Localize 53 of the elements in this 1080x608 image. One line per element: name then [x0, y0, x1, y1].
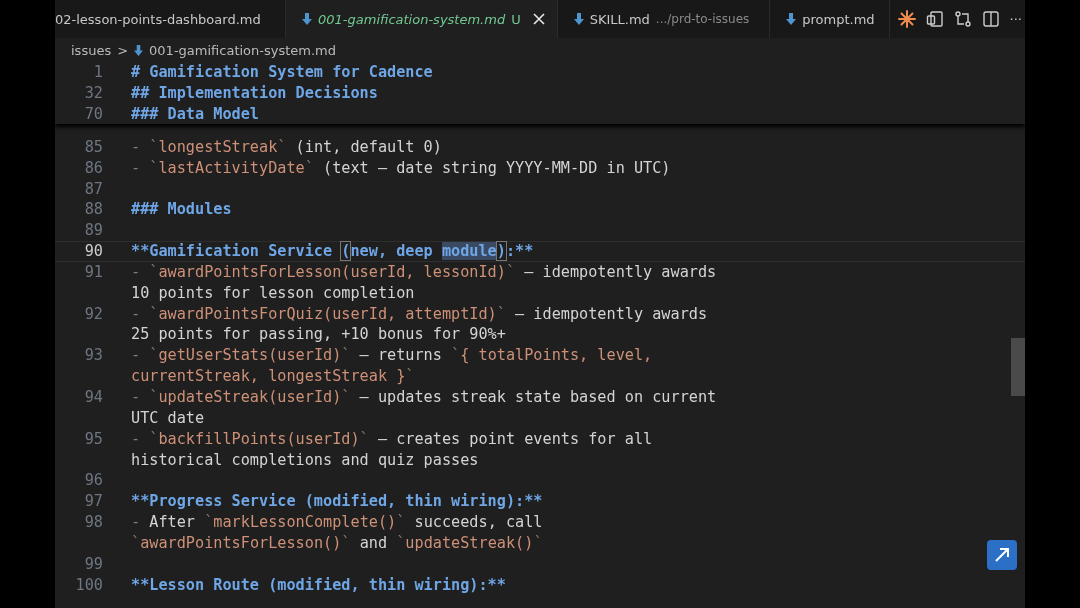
breadcrumb-separator: >: [117, 42, 129, 58]
code-line: - `awardPointsForQuiz(userId, attemptId)` — idempotently awards 25 points for passing, +10 bonus for 90%+: [131, 303, 709, 346]
line-number: 99: [83, 553, 103, 575]
sticky-heading[interactable]: ## Implementation Decisions: [131, 82, 378, 104]
line-number: 97: [83, 491, 103, 513]
line-number: 92: [83, 303, 103, 325]
line-number: 86: [83, 157, 103, 179]
line-number: 96: [83, 470, 103, 492]
line-number: 70: [83, 103, 103, 125]
line-number: 90: [83, 241, 103, 262]
line-number: 87: [83, 178, 103, 200]
line-number: 91: [83, 261, 103, 283]
more-actions[interactable]: ···: [1009, 11, 1022, 27]
code-line: - `lastActivityDate` (text — date string YYYY-MM-DD in UTC): [131, 157, 672, 179]
sticky-heading[interactable]: ### Data Model: [131, 103, 259, 125]
line-number: 98: [83, 512, 103, 533]
tab-label: 02-lesson-points-dashboard.md: [55, 11, 261, 27]
breadcrumb-folder[interactable]: issues: [71, 42, 112, 58]
close-icon[interactable]: [532, 13, 545, 25]
line-number: 32: [83, 82, 103, 104]
editor-tab[interactable]: 001-gamification-system.md U: [286, 0, 558, 38]
tab-description: .../prd-to-issues: [655, 12, 750, 26]
editor-tab[interactable]: 02-lesson-points-dashboard.md: [55, 0, 286, 38]
tab-label: SKILL.md: [589, 11, 650, 27]
markdown-icon: [134, 44, 144, 56]
code-line: - After `markLessonComplete()` succeeds, call `awardPointsForLesson()` and `updateStreak()`: [131, 512, 544, 554]
code-line: **Progress Service (modified, thin wiring):**: [131, 491, 544, 513]
line-number: 93: [83, 345, 103, 367]
sticky-heading[interactable]: # Gamification System for Cadence: [131, 62, 433, 83]
code-line: **Lesson Route (modified, thin wiring):**: [131, 574, 507, 596]
preview-icon[interactable]: [925, 10, 944, 28]
line-number: 95: [83, 428, 103, 450]
code-line: - `getUserStats(userId)` — returns `{ totalPoints, level, currentStreak, longestStreak }`: [131, 345, 654, 387]
sparkle-icon[interactable]: [897, 10, 916, 28]
code-line: ### Modules: [131, 199, 233, 221]
code-line: - `backfillPoints(userId)` — creates point events for all historical completions and quiz passes: [131, 428, 654, 471]
scrollbar-thumb[interactable]: [1011, 338, 1025, 396]
compare-icon[interactable]: [953, 10, 972, 28]
untracked-mark: U: [511, 11, 521, 27]
line-number: 94: [83, 386, 103, 408]
split-editor-icon[interactable]: [981, 10, 1000, 28]
code-line: - `updateStreak(userId)` — updates streak state based on current UTC date: [131, 386, 718, 429]
breadcrumb-file[interactable]: 001-gamification-system.md: [149, 42, 337, 58]
tab-label: 001-gamification-system.md: [318, 11, 506, 27]
code-line: - `longestStreak` (int, default 0): [131, 136, 443, 158]
line-number: 89: [83, 220, 103, 242]
line-number: 1: [92, 62, 103, 83]
code-line: - `awardPointsForLesson(userId, lessonId)` — idempotently awards 10 points for lesson completion: [131, 261, 718, 304]
tab-label: prompt.md: [802, 11, 875, 27]
line-number: 100: [74, 574, 103, 596]
line-number: 88: [83, 199, 103, 221]
line-number: 85: [83, 136, 103, 158]
code-line: **Gamification Service (new, deep module):**: [131, 241, 535, 262]
